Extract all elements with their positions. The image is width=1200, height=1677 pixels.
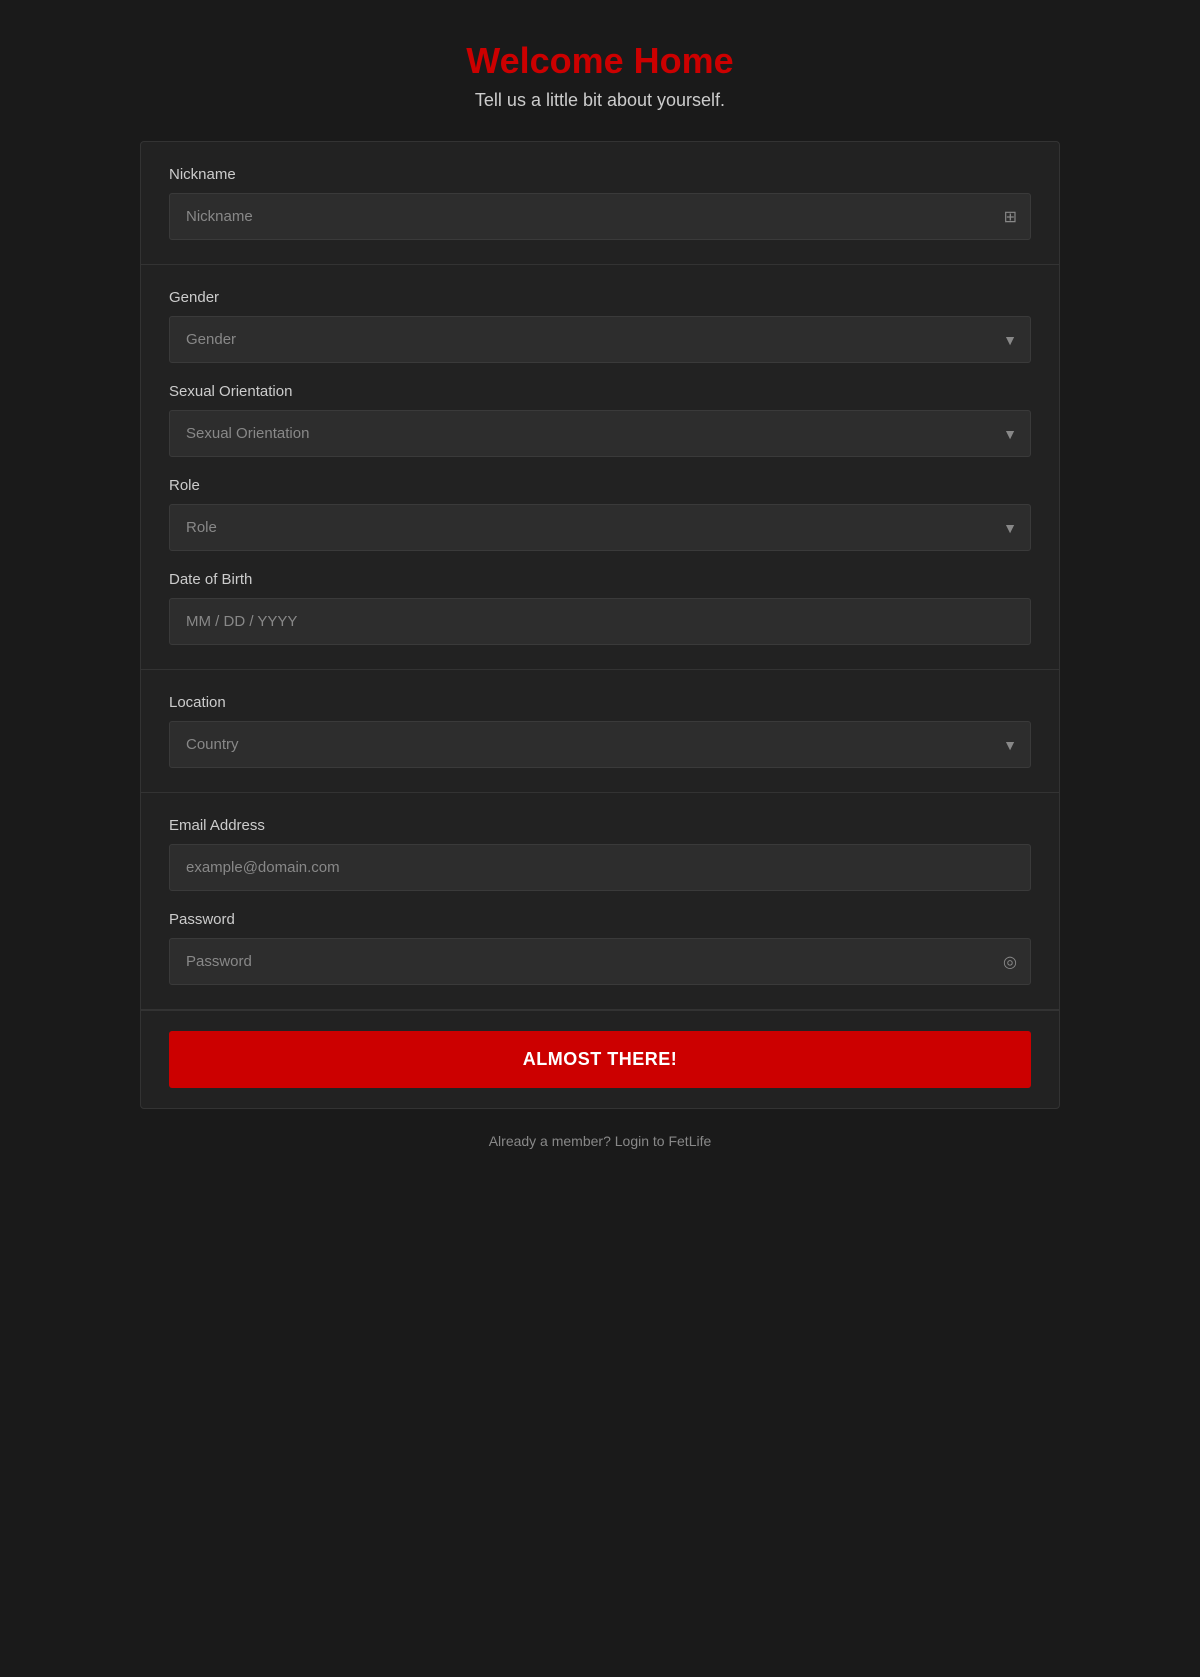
email-input[interactable] (169, 844, 1031, 891)
gender-section: Gender Gender Male Female Non-binary Oth… (141, 265, 1059, 670)
submit-button[interactable]: Almost There! (169, 1031, 1031, 1088)
nickname-label: Nickname (169, 166, 1031, 183)
password-label: Password (169, 911, 1031, 928)
role-label: Role (169, 477, 1031, 494)
credentials-section: Email Address Password ◎ (141, 793, 1059, 1010)
registration-form: Nickname ⊞ Gender Gender Male Female Non… (140, 141, 1060, 1109)
sexual-orientation-select[interactable]: Sexual Orientation Straight Gay Bisexual… (169, 410, 1031, 457)
dob-label: Date of Birth (169, 571, 1031, 588)
page-container: Welcome Home Tell us a little bit about … (140, 40, 1060, 1149)
role-select[interactable]: Role Dominant Submissive Switch Other (169, 504, 1031, 551)
sexual-orientation-label: Sexual Orientation (169, 383, 1031, 400)
location-select-wrapper: Country United States United Kingdom Can… (169, 721, 1031, 768)
sexual-orientation-select-wrapper: Sexual Orientation Straight Gay Bisexual… (169, 410, 1031, 457)
nickname-section: Nickname ⊞ (141, 142, 1059, 265)
nickname-input[interactable] (169, 193, 1031, 240)
password-input[interactable] (169, 938, 1031, 985)
page-header: Welcome Home Tell us a little bit about … (466, 40, 733, 111)
page-subtitle: Tell us a little bit about yourself. (466, 90, 733, 111)
location-label: Location (169, 694, 1031, 711)
dob-input[interactable] (169, 598, 1031, 645)
country-select[interactable]: Country United States United Kingdom Can… (169, 721, 1031, 768)
submit-section: Almost There! (141, 1010, 1059, 1108)
nickname-input-wrapper: ⊞ (169, 193, 1031, 240)
page-title: Welcome Home (466, 40, 733, 82)
password-input-wrapper: ◎ (169, 938, 1031, 985)
gender-select-wrapper: Gender Male Female Non-binary Other ▼ (169, 316, 1031, 363)
footer-login-link: Already a member? Login to FetLife (489, 1133, 712, 1149)
gender-label: Gender (169, 289, 1031, 306)
role-select-wrapper: Role Dominant Submissive Switch Other ▼ (169, 504, 1031, 551)
location-section: Location Country United States United Ki… (141, 670, 1059, 793)
footer-text: Already a member? Login to FetLife (489, 1133, 712, 1149)
email-label: Email Address (169, 817, 1031, 834)
gender-select[interactable]: Gender Male Female Non-binary Other (169, 316, 1031, 363)
